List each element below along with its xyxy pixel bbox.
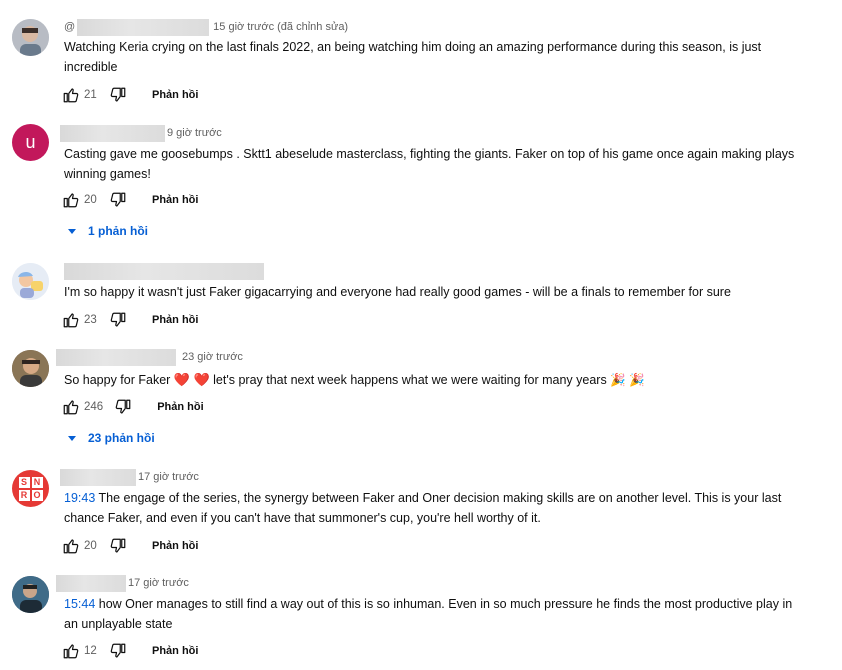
reply-button[interactable]: Phản hồi	[152, 540, 198, 552]
comment-text: So happy for Faker ❤️ ❤️ let's pray that…	[64, 370, 804, 391]
logo-letter: O	[31, 489, 43, 501]
like-icon[interactable]	[61, 85, 81, 105]
user-avatar[interactable]	[12, 350, 49, 387]
comment-time[interactable]: 15 giờ trước (đã chỉnh sửa)	[213, 21, 348, 33]
dislike-icon[interactable]	[108, 85, 128, 105]
replies-count-label: 1 phản hồi	[88, 224, 148, 238]
logo-letter: N	[31, 476, 43, 488]
reply-button[interactable]: Phản hồi	[152, 645, 198, 657]
chevron-down-icon	[68, 435, 76, 441]
user-avatar[interactable]	[12, 263, 49, 300]
logo-letter: R	[18, 489, 30, 501]
comment-text: 19:43 The engage of the series, the syne…	[64, 489, 804, 528]
like-count: 23	[84, 314, 97, 326]
comment-actions: 12 Phản hồi	[61, 641, 198, 661]
comment-actions: 23 Phản hồi	[61, 310, 198, 330]
comment-text: Watching Keria crying on the last finals…	[64, 40, 762, 74]
comment-time[interactable]: 9 giờ trước	[167, 127, 222, 139]
avatar-letter: u	[25, 132, 36, 152]
dislike-icon[interactable]	[108, 190, 128, 210]
comment-text: Casting gave me goosebumps . Sktt1 abese…	[64, 147, 795, 181]
replies-count-label: 23 phản hồi	[88, 431, 155, 445]
comment-actions: 20 Phản hồi	[61, 190, 198, 210]
dislike-icon[interactable]	[108, 310, 128, 330]
author-name-redacted[interactable]	[60, 468, 136, 486]
comment-time[interactable]: 17 giờ trước	[138, 471, 199, 483]
comment-text-part: The engage of the series, the synergy be…	[64, 491, 782, 525]
dislike-icon[interactable]	[108, 536, 128, 556]
author-name-redacted[interactable]	[56, 348, 176, 366]
like-icon[interactable]	[61, 190, 81, 210]
comment-actions: 21 Phản hồi	[61, 85, 198, 105]
like-count: 246	[84, 401, 104, 413]
video-timestamp-link[interactable]: 15:44	[64, 597, 95, 611]
user-avatar[interactable]	[12, 576, 49, 613]
user-avatar[interactable]	[12, 19, 49, 56]
comment-actions: 20 Phản hồi	[61, 536, 198, 556]
comment-actions: 246 Phản hồi	[61, 397, 204, 417]
comment-time[interactable]: 23 giờ trước	[182, 351, 243, 363]
author-name-redacted[interactable]	[56, 574, 126, 592]
comment-time[interactable]: 17 giờ trước	[128, 577, 189, 589]
dislike-icon[interactable]	[108, 641, 128, 661]
party-emoji: 🎉	[610, 373, 626, 387]
author-name-redacted[interactable]	[64, 262, 264, 280]
dislike-icon[interactable]	[113, 397, 133, 417]
mention-prefix: @	[64, 21, 76, 33]
like-icon[interactable]	[61, 397, 81, 417]
like-count: 20	[84, 540, 97, 552]
comment-text: I'm so happy it wasn't just Faker gigaca…	[64, 285, 731, 299]
like-icon[interactable]	[61, 641, 81, 661]
like-icon[interactable]	[61, 536, 81, 556]
user-avatar[interactable]: S N R O	[12, 470, 49, 507]
reply-button[interactable]: Phản hồi	[157, 401, 203, 413]
comment-text-part: let's pray that next week happens what w…	[213, 373, 607, 387]
like-count: 12	[84, 645, 97, 657]
author-name-redacted[interactable]	[60, 124, 165, 142]
comment-text-part: how Oner manages to still find a way out…	[64, 597, 793, 631]
like-icon[interactable]	[61, 310, 81, 330]
view-replies-button[interactable]: 1 phản hồi	[68, 224, 148, 238]
chevron-down-icon	[68, 228, 76, 234]
reply-button[interactable]: Phản hồi	[152, 314, 198, 326]
logo-letter: S	[18, 476, 30, 488]
view-replies-button[interactable]: 23 phản hồi	[68, 431, 155, 445]
like-count: 20	[84, 194, 97, 206]
party-emoji: 🎉	[629, 373, 645, 387]
reply-button[interactable]: Phản hồi	[152, 89, 198, 101]
author-name-redacted[interactable]	[77, 18, 210, 36]
video-timestamp-link[interactable]: 19:43	[64, 491, 95, 505]
channel-logo: S N R O	[18, 476, 43, 501]
heart-emoji: ❤️	[173, 372, 190, 387]
comment-text-part: So happy for Faker	[64, 373, 171, 387]
like-count: 21	[84, 89, 97, 101]
reply-button[interactable]: Phản hồi	[152, 194, 198, 206]
comment-text: 15:44 how Oner manages to still find a w…	[64, 595, 804, 634]
heart-emoji: ❤️	[193, 372, 210, 387]
user-avatar[interactable]: u	[12, 124, 49, 161]
